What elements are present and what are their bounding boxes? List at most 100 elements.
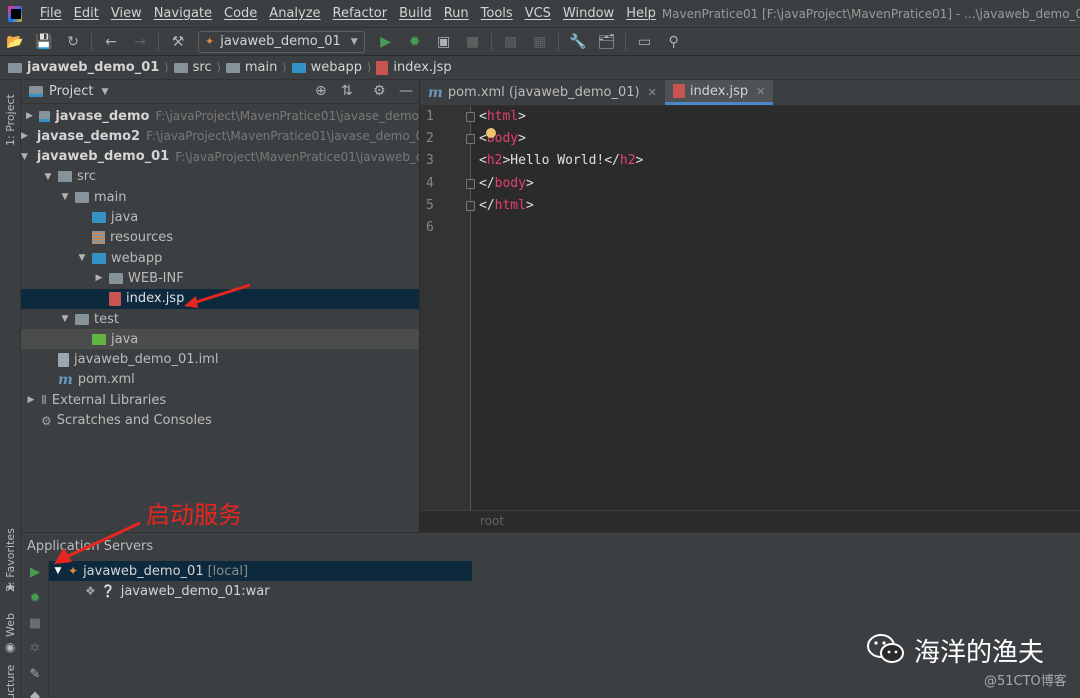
breadcrumb-webapp[interactable]: webapp ⟩	[291, 60, 377, 75]
fold-icon[interactable]	[466, 112, 475, 122]
stop-icon[interactable]: ■	[462, 31, 484, 53]
tree-item-path: F:\javaProject\MavenPratice01\javase_dem…	[146, 129, 419, 144]
edit-icon[interactable]: ✎	[27, 667, 43, 683]
close-icon[interactable]: ✕	[648, 86, 657, 99]
lightbulb-icon[interactable]	[486, 128, 496, 138]
hide-panel-icon[interactable]: —	[399, 83, 413, 99]
tree-item[interactable]: ▼ test	[21, 309, 419, 329]
menu-navigate[interactable]: Navigate	[148, 0, 218, 28]
tree-item[interactable]: ▼ javaweb_demo_01 F:\javaProject\MavenPrat…	[21, 147, 419, 167]
settings-icon[interactable]: 🔧	[567, 31, 589, 53]
artifact-icon[interactable]: ◆	[27, 689, 43, 698]
breadcrumb-module[interactable]: javaweb_demo_01 ⟩	[8, 60, 174, 75]
application-servers-panel: Application Servers ▶ ✹ ■ ✡ ✎ ◆ ▼ ✦ java…	[21, 532, 1080, 698]
tree-item[interactable]: ▶ javase_demo2 F:\javaProject\MavenPratice…	[21, 126, 419, 146]
project-view-select[interactable]: Project ▼	[29, 84, 108, 99]
line-number: 3	[426, 153, 434, 168]
tree-item[interactable]: m pom.xml	[21, 370, 419, 390]
module-icon	[38, 110, 51, 122]
menu-run[interactable]: Run	[438, 0, 475, 28]
search-icon[interactable]: ⚲	[663, 31, 685, 53]
window-title: MavenPratice01 [F:\javaProject\MavenPrat…	[661, 6, 1080, 21]
breadcrumb-separator: ⟩	[164, 61, 169, 74]
tab-label: index.jsp	[689, 83, 749, 99]
breadcrumb-file[interactable]: index.jsp	[376, 60, 452, 75]
collapsed-arrow-icon[interactable]: ▶	[93, 273, 105, 283]
menu-edit[interactable]: Edit	[68, 0, 105, 28]
menu-tools[interactable]: Tools	[475, 0, 519, 28]
editor-breadcrumb-root[interactable]: root	[480, 514, 504, 528]
expanded-arrow-icon[interactable]: ▼	[59, 314, 71, 324]
menu-vcs[interactable]: VCS	[519, 0, 557, 28]
tree-item[interactable]: ▼ webapp	[21, 248, 419, 268]
back-icon[interactable]: ←	[100, 31, 122, 53]
locate-icon[interactable]: ⊕	[315, 83, 327, 99]
tree-item[interactable]: ▶ Ⅱ External Libraries	[21, 390, 419, 410]
tree-item[interactable]: ⚙ Scratches and Consoles	[21, 411, 419, 431]
tab-web-label: Web	[4, 613, 17, 637]
fold-icon[interactable]	[466, 134, 475, 144]
project-structure-icon[interactable]: 🗂	[596, 31, 618, 53]
save-icon[interactable]: 💾	[33, 31, 55, 53]
terminal-icon[interactable]: ▭	[634, 31, 656, 53]
coverage-icon[interactable]: ▣	[433, 31, 455, 53]
forward-icon[interactable]: →	[129, 31, 151, 53]
tree-item-label: webapp	[111, 250, 163, 266]
expanded-arrow-icon[interactable]: ▼	[21, 152, 28, 162]
artifact-name: javaweb_demo_01:war	[120, 583, 270, 599]
menu-file[interactable]: File	[34, 0, 68, 28]
editor-gutter: 1 2 3 4 5 6	[420, 106, 471, 510]
tab-structure[interactable]: ucture	[0, 664, 21, 698]
menu-view[interactable]: View	[105, 0, 148, 28]
menu-refactor[interactable]: Refactor	[327, 0, 394, 28]
open-icon[interactable]: 📂	[4, 31, 26, 53]
menu-window[interactable]: Window	[557, 0, 620, 28]
tree-item[interactable]: java	[21, 329, 419, 350]
tree-item-label: pom.xml	[77, 372, 135, 388]
tab-index-jsp[interactable]: index.jsp ✕	[664, 80, 774, 105]
tree-item[interactable]: ▼ main	[21, 187, 419, 207]
code-editor[interactable]: <html> <body> <h2>Hello World!</h2> </bo…	[466, 106, 1080, 510]
fold-icon[interactable]	[466, 201, 475, 211]
tree-item[interactable]: resources	[21, 228, 419, 248]
tree-item[interactable]: ▼ src	[21, 167, 419, 187]
menu-code[interactable]: Code	[218, 0, 263, 28]
sync-icon[interactable]: ↻	[62, 31, 84, 53]
run-configuration-select[interactable]: ✦ javaweb_demo_01 ▼	[198, 30, 365, 53]
tab-web[interactable]: Web	[0, 608, 21, 642]
menu-help[interactable]: Help	[620, 0, 662, 28]
fold-icon[interactable]	[466, 179, 475, 189]
vcs-update-icon[interactable]: ▩	[500, 31, 522, 53]
code-tag: h2	[486, 153, 503, 168]
expanded-arrow-icon[interactable]: ▼	[76, 253, 88, 263]
close-icon[interactable]: ✕	[756, 85, 765, 98]
tree-item[interactable]: ▶ javase_demo F:\javaProject\MavenPratice0…	[21, 106, 419, 126]
tab-project[interactable]: 1: Project	[0, 84, 21, 156]
collapsed-arrow-icon[interactable]: ▶	[21, 131, 28, 141]
collapse-all-icon[interactable]: ⇅	[341, 83, 353, 99]
expanded-arrow-icon[interactable]: ▼	[42, 172, 54, 182]
debug-server-icon[interactable]: ✹	[27, 591, 43, 607]
tree-item[interactable]: java	[21, 208, 419, 228]
run-icon[interactable]: ▶	[375, 31, 397, 53]
vcs-commit-icon[interactable]: ▦	[529, 31, 551, 53]
tab-pom-xml[interactable]: m pom.xml (javaweb_demo_01) ✕	[420, 80, 665, 105]
collapsed-arrow-icon[interactable]: ▶	[25, 395, 37, 405]
menu-build[interactable]: Build	[393, 0, 438, 28]
menu-analyze[interactable]: Analyze	[263, 0, 326, 28]
expanded-arrow-icon[interactable]: ▼	[59, 192, 71, 202]
tree-item[interactable]: javaweb_demo_01.iml	[21, 350, 419, 370]
stop-server-icon[interactable]: ■	[27, 616, 43, 632]
tree-item-label: java	[111, 210, 139, 225]
deploy-icon[interactable]: ✡	[27, 641, 43, 657]
source-folder-icon	[92, 212, 106, 223]
breadcrumb-src[interactable]: src ⟩	[173, 60, 226, 75]
debug-icon[interactable]: ✹	[404, 31, 426, 53]
gear-icon[interactable]: ⚙	[373, 83, 386, 99]
build-icon[interactable]: ⚒	[167, 31, 189, 53]
tree-item-label: javase_demo2	[36, 128, 141, 144]
artifact-row[interactable]: ❖ ❔ javaweb_demo_01:war	[85, 581, 270, 601]
collapsed-arrow-icon[interactable]: ▶	[24, 111, 34, 121]
run-server-icon[interactable]: ▶	[27, 565, 43, 581]
breadcrumb-main[interactable]: main ⟩	[225, 60, 292, 75]
